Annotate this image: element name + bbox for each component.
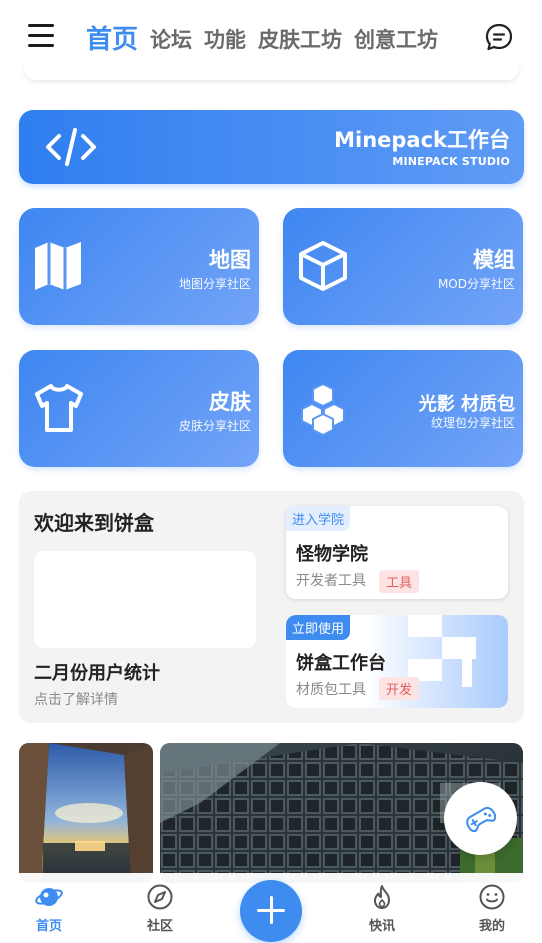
tshirt-icon xyxy=(31,380,87,436)
tab-forum[interactable]: 论坛 xyxy=(150,20,192,60)
flame-icon xyxy=(374,885,390,909)
cube-icon xyxy=(295,238,351,294)
category-subtitle: 地图分享社区 xyxy=(178,277,251,291)
header-strip xyxy=(24,64,519,80)
studio-tag: 开发 xyxy=(379,677,420,700)
tab-skin-workshop[interactable]: 皮肤工坊 xyxy=(258,20,342,60)
studio-subtitle: 材质包工具 xyxy=(296,682,366,698)
nav-news-label: 快讯 xyxy=(368,919,395,934)
studio-title: 饼盒工作台 xyxy=(296,653,386,674)
nav-news[interactable]: 快讯 xyxy=(352,883,412,934)
category-subtitle: MOD分享社区 xyxy=(437,277,515,291)
category-card-shader-texture[interactable]: 光影 材质包 纹理包分享社区 xyxy=(283,350,523,467)
category-subtitle: 皮肤分享社区 xyxy=(178,419,251,433)
academy-tag: 工具 xyxy=(379,570,420,593)
top-tabs: 首页 论坛 功能 皮肤工坊 创意工坊 xyxy=(86,16,450,60)
nav-profile-label: 我的 xyxy=(478,919,505,934)
category-title: 模组 xyxy=(473,248,515,272)
code-brackets-icon xyxy=(45,126,97,168)
monster-academy-card[interactable]: 进入学院 怪物学院 开发者工具 工具 xyxy=(286,506,508,599)
category-card-skin[interactable]: 皮肤 皮肤分享社区 xyxy=(19,350,259,467)
tab-features[interactable]: 功能 xyxy=(204,20,246,60)
nav-community[interactable]: 社区 xyxy=(130,883,190,934)
game-floating-button[interactable] xyxy=(444,782,517,855)
category-title: 光影 材质包 xyxy=(418,394,515,415)
smiley-icon xyxy=(479,884,505,910)
compass-icon xyxy=(147,884,173,910)
minepack-studio-banner[interactable]: Minepack工作台 MINEPACK STUDIO xyxy=(19,110,524,184)
sunset-screenshot-tile[interactable] xyxy=(19,743,153,883)
stats-subtitle[interactable]: 点击了解详情 xyxy=(34,689,118,709)
category-card-mod[interactable]: 模组 MOD分享社区 xyxy=(283,208,523,325)
map-icon xyxy=(31,238,87,294)
tab-home[interactable]: 首页 xyxy=(86,20,138,60)
studio-card[interactable]: 立即使用 饼盒工作台 材质包工具 开发 xyxy=(286,615,508,708)
home-page: 首页 论坛 功能 皮肤工坊 创意工坊 Minepack工作台 MINEPACK … xyxy=(0,0,542,943)
bottom-navigation: 首页 社区 快讯 我的 xyxy=(0,873,542,943)
use-now-badge: 立即使用 xyxy=(286,615,351,640)
stacked-cubes-icon xyxy=(295,380,351,436)
banner-subtitle: MINEPACK STUDIO xyxy=(392,155,510,168)
stats-image-placeholder[interactable] xyxy=(34,551,256,648)
planet-icon xyxy=(35,888,63,906)
tab-creative-workshop[interactable]: 创意工坊 xyxy=(354,20,438,60)
nav-community-label: 社区 xyxy=(146,919,173,934)
category-title: 皮肤 xyxy=(209,390,251,414)
academy-subtitle: 开发者工具 xyxy=(296,573,366,589)
enter-academy-badge: 进入学院 xyxy=(286,506,351,531)
top-navigation: 首页 论坛 功能 皮肤工坊 创意工坊 xyxy=(0,0,542,74)
category-title: 地图 xyxy=(209,248,251,272)
category-card-map[interactable]: 地图 地图分享社区 xyxy=(19,208,259,325)
nav-home[interactable]: 首页 xyxy=(19,883,79,934)
banner-title: Minepack工作台 xyxy=(334,128,510,152)
academy-title: 怪物学院 xyxy=(296,544,368,565)
welcome-panel: 欢迎来到饼盒 二月份用户统计 点击了解详情 进入学院 怪物学院 开发者工具 工具 xyxy=(19,491,524,723)
welcome-title: 欢迎来到饼盒 xyxy=(34,511,154,535)
nav-profile[interactable]: 我的 xyxy=(462,883,522,934)
chat-bubble-icon[interactable] xyxy=(484,22,514,52)
hamburger-menu-icon[interactable] xyxy=(28,24,58,48)
stats-title[interactable]: 二月份用户统计 xyxy=(34,659,160,685)
gamepad-icon xyxy=(466,806,497,833)
add-post-button[interactable] xyxy=(240,880,302,942)
category-subtitle: 纹理包分享社区 xyxy=(430,416,515,430)
nav-home-label: 首页 xyxy=(35,919,62,934)
